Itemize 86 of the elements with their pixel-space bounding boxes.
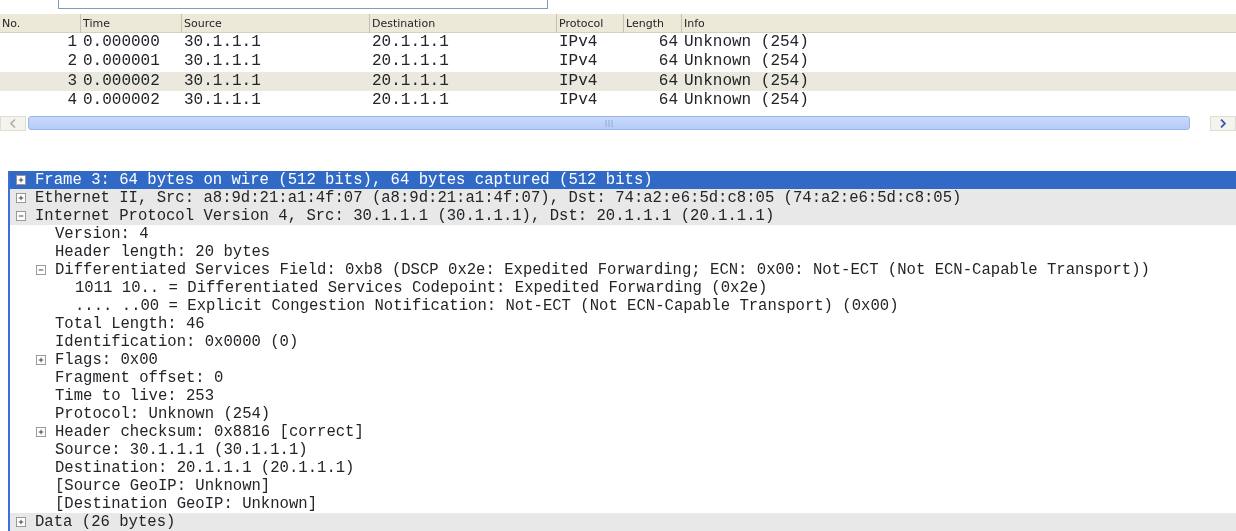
table-cell-text: 0.000002 bbox=[82, 91, 161, 111]
table-cell-text: 0.000002 bbox=[82, 71, 161, 92]
table-cell-text: 3 bbox=[66, 71, 78, 92]
tree-item[interactable]: .... ..00 = Explicit Congestion Notification: Not-ECT (Not ECN-Capable Transport) (0x00) bbox=[10, 296, 1236, 315]
tree-item-text: [Destination GeoIP: Unknown] bbox=[55, 494, 318, 513]
tree-item[interactable]: Version: 4 bbox=[10, 224, 1236, 243]
packet-row[interactable]: 4 0.000002 30.1.1.1 20.1.1.1 IPv4 64 Unknown (254) bbox=[0, 91, 1236, 111]
expand-icon[interactable] bbox=[36, 426, 46, 437]
tree-item-text: [Source GeoIP: Unknown] bbox=[55, 476, 271, 495]
table-cell-text: 20.1.1.1 bbox=[371, 52, 450, 72]
tree-item-text: Version: 4 bbox=[55, 224, 149, 243]
tree-item-text: Protocol: Unknown (254) bbox=[55, 404, 271, 423]
expand-icon[interactable] bbox=[16, 174, 26, 185]
table-cell-text: 0.000000 bbox=[82, 33, 161, 53]
tree-item[interactable]: Protocol: Unknown (254) bbox=[10, 404, 1236, 423]
tree-item[interactable]: Destination: 20.1.1.1 (20.1.1.1) bbox=[10, 458, 1236, 477]
column-header[interactable]: Length bbox=[623, 14, 681, 33]
tree-item[interactable]: Source: 30.1.1.1 (30.1.1.1) bbox=[10, 440, 1236, 459]
tree-item-text: Time to live: 253 bbox=[55, 386, 215, 405]
tree-item-text: Header length: 20 bytes bbox=[55, 242, 271, 261]
column-header[interactable]: No. bbox=[0, 14, 80, 33]
table-cell-text: 2 bbox=[66, 52, 78, 72]
tree-item[interactable]: Total Length: 46 bbox=[10, 314, 1236, 333]
tree-item[interactable]: Identification: 0x0000 (0) bbox=[10, 332, 1236, 351]
tree-item[interactable]: Header checksum: 0x8816 [correct] bbox=[10, 422, 1236, 441]
expand-icon[interactable] bbox=[16, 192, 26, 203]
tree-item-text: Ethernet II, Src: a8:9d:21:a1:4f:07 (a8:9d:21:a1:4f:07), Dst: 74:a2:e6:5d:c8:05 (74:a2:e6:5d:c8:05) bbox=[35, 188, 962, 207]
table-cell-text: IPv4 bbox=[558, 33, 599, 53]
collapse-icon[interactable] bbox=[36, 264, 46, 275]
table-cell-text: 64 bbox=[657, 33, 679, 53]
table-cell-text: IPv4 bbox=[558, 91, 599, 111]
tree-item-text: Source: 30.1.1.1 (30.1.1.1) bbox=[55, 440, 308, 459]
table-cell-text: 4 bbox=[66, 91, 78, 111]
scroll-right-button[interactable] bbox=[1210, 115, 1236, 131]
table-cell-text: Unknown (254) bbox=[683, 91, 810, 111]
table-cell-text: Unknown (254) bbox=[683, 33, 810, 53]
table-cell-text: 64 bbox=[657, 91, 679, 111]
packet-row[interactable]: 3 0.000002 30.1.1.1 20.1.1.1 IPv4 64 Unknown (254) bbox=[0, 71, 1236, 92]
table-cell-text: IPv4 bbox=[558, 52, 599, 72]
tree-item[interactable]: Flags: 0x00 bbox=[10, 350, 1236, 369]
table-cell-text: 0.000001 bbox=[82, 52, 161, 72]
collapse-icon[interactable] bbox=[16, 210, 26, 221]
tree-item[interactable]: Fragment offset: 0 bbox=[10, 368, 1236, 387]
column-header[interactable]: Info bbox=[681, 14, 1236, 33]
table-cell-text: 20.1.1.1 bbox=[371, 91, 450, 111]
scrollbar-thumb[interactable] bbox=[28, 116, 1190, 131]
tree-item-text: Header checksum: 0x8816 [correct] bbox=[55, 422, 364, 441]
packet-row[interactable]: 2 0.000001 30.1.1.1 20.1.1.1 IPv4 64 Unknown (254) bbox=[0, 52, 1236, 72]
table-cell-text: 30.1.1.1 bbox=[183, 91, 262, 111]
tree-item[interactable]: Data (26 bytes) bbox=[10, 512, 1236, 531]
column-header[interactable]: Time bbox=[80, 14, 181, 33]
column-header[interactable]: Protocol bbox=[556, 14, 623, 33]
tree-item[interactable]: Frame 3: 64 bytes on wire (512 bits), 64 bytes captured (512 bits) bbox=[10, 170, 1236, 189]
tree-item[interactable]: Time to live: 253 bbox=[10, 386, 1236, 405]
tree-item-text: Total Length: 46 bbox=[55, 314, 205, 333]
table-cell-text: 20.1.1.1 bbox=[371, 33, 450, 53]
tree-item-text: 1011 10.. = Differentiated Services Codepoint: Expedited Forwarding (0x2e) bbox=[75, 278, 768, 297]
table-cell-text: 30.1.1.1 bbox=[183, 71, 262, 92]
table-cell-text: 30.1.1.1 bbox=[183, 52, 262, 72]
table-cell-text: 20.1.1.1 bbox=[371, 71, 450, 92]
table-cell-text: 64 bbox=[657, 71, 679, 92]
table-cell-text: IPv4 bbox=[558, 71, 599, 92]
tree-item[interactable]: [Source GeoIP: Unknown] bbox=[10, 476, 1236, 495]
table-cell-text: 30.1.1.1 bbox=[183, 33, 262, 53]
expand-icon[interactable] bbox=[36, 354, 46, 365]
tree-item-text: Internet Protocol Version 4, Src: 30.1.1.1 (30.1.1.1), Dst: 20.1.1.1 (20.1.1.1) bbox=[35, 206, 775, 225]
column-header[interactable]: Destination bbox=[369, 14, 556, 33]
tree-item-text: Destination: 20.1.1.1 (20.1.1.1) bbox=[55, 458, 355, 477]
tree-item-text: .... ..00 = Explicit Congestion Notification: Not-ECT (Not ECN-Capable Transport) (0x00) bbox=[75, 296, 899, 315]
tree-item-text: Flags: 0x00 bbox=[55, 350, 158, 369]
table-cell-text: 1 bbox=[66, 33, 78, 53]
tree-item-text: Fragment offset: 0 bbox=[55, 368, 224, 387]
tree-item[interactable]: Header length: 20 bytes bbox=[10, 242, 1236, 261]
filter-field[interactable] bbox=[58, 0, 548, 9]
tree-item-text: Identification: 0x0000 (0) bbox=[55, 332, 299, 351]
tree-item[interactable]: [Destination GeoIP: Unknown] bbox=[10, 494, 1236, 513]
table-cell-text: Unknown (254) bbox=[683, 52, 810, 72]
expand-icon[interactable] bbox=[16, 516, 26, 527]
tree-item-text: Frame 3: 64 bytes on wire (512 bits), 64 bytes captured (512 bits) bbox=[35, 170, 653, 189]
grip-icon bbox=[604, 119, 614, 127]
tree-item[interactable]: 1011 10.. = Differentiated Services Codepoint: Expedited Forwarding (0x2e) bbox=[10, 278, 1236, 297]
table-cell-text: Unknown (254) bbox=[683, 71, 810, 92]
tree-item-text: Data (26 bytes) bbox=[35, 512, 176, 531]
table-cell-text: 64 bbox=[657, 52, 679, 72]
packet-row[interactable]: 1 0.000000 30.1.1.1 20.1.1.1 IPv4 64 Unknown (254) bbox=[0, 33, 1236, 53]
column-header[interactable]: Source bbox=[181, 14, 369, 33]
